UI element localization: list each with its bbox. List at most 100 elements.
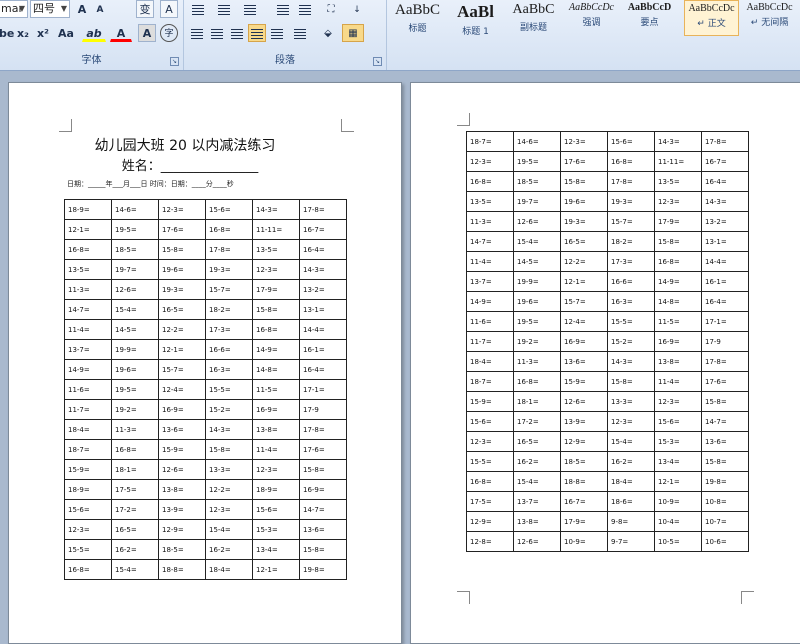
table-cell[interactable]: 18-5=: [513, 171, 561, 192]
table-cell[interactable]: 16-4=: [299, 359, 347, 380]
table-cell[interactable]: 13-2=: [701, 211, 749, 232]
table-cell[interactable]: 12-3=: [252, 459, 300, 480]
table-cell[interactable]: 19-5=: [111, 219, 159, 240]
table-cell[interactable]: 12-6=: [513, 531, 561, 552]
distributed-button[interactable]: [268, 24, 286, 42]
table-cell[interactable]: 17-8=: [607, 171, 655, 192]
style-title[interactable]: AaBbC 标题: [390, 0, 445, 36]
table-cell[interactable]: 18-9=: [64, 479, 112, 500]
table-cell[interactable]: 16-9=: [158, 399, 206, 420]
table-cell[interactable]: 19-3=: [560, 211, 608, 232]
table-cell[interactable]: 15-5=: [607, 311, 655, 332]
table-cell[interactable]: 13-8=: [158, 479, 206, 500]
table-cell[interactable]: 19-2=: [111, 399, 159, 420]
table-cell[interactable]: 16-2=: [607, 451, 655, 472]
table-cell[interactable]: 14-3=: [299, 259, 347, 280]
superscript-button[interactable]: x²: [34, 24, 52, 42]
table-cell[interactable]: 16-6=: [607, 271, 655, 292]
table-cell[interactable]: 15-3=: [252, 519, 300, 540]
table-cell[interactable]: 19-3=: [205, 259, 253, 280]
table-cell[interactable]: 9-7=: [607, 531, 655, 552]
table-cell[interactable]: 19-5=: [111, 379, 159, 400]
table-cell[interactable]: 17-6=: [299, 439, 347, 460]
table-cell[interactable]: 17-1=: [299, 379, 347, 400]
table-cell[interactable]: 17-3=: [607, 251, 655, 272]
table-cell[interactable]: 18-1=: [111, 459, 159, 480]
table-cell[interactable]: 13-3=: [205, 459, 253, 480]
table-cell[interactable]: 18-7=: [466, 371, 514, 392]
table-cell[interactable]: 11-11=: [252, 219, 300, 240]
justify-button[interactable]: [248, 24, 266, 42]
table-cell[interactable]: 10-9=: [654, 491, 702, 512]
increase-indent-button[interactable]: [296, 0, 314, 18]
table-cell[interactable]: 12-3=: [560, 131, 608, 152]
clear-format-button[interactable]: A: [160, 0, 178, 18]
table-cell[interactable]: 16-9=: [252, 399, 300, 420]
table-cell[interactable]: 15-8=: [607, 371, 655, 392]
table-cell[interactable]: 12-6=: [513, 211, 561, 232]
dialog-launcher-icon[interactable]: ↘: [373, 57, 382, 66]
table-cell[interactable]: 13-6=: [299, 519, 347, 540]
table-cell[interactable]: 12-3=: [252, 259, 300, 280]
table-cell[interactable]: 10-9=: [560, 531, 608, 552]
table-cell[interactable]: 16-2=: [513, 451, 561, 472]
table-cell[interactable]: 16-9=: [299, 479, 347, 500]
table-cell[interactable]: 12-6=: [560, 391, 608, 412]
align-center-button[interactable]: [208, 24, 226, 42]
table-cell[interactable]: 16-4=: [701, 291, 749, 312]
table-cell[interactable]: 14-5=: [111, 319, 159, 340]
table-cell[interactable]: 12-1=: [560, 271, 608, 292]
table-cell[interactable]: 15-8=: [560, 171, 608, 192]
table-cell[interactable]: 13-6=: [560, 351, 608, 372]
table-cell[interactable]: 19-6=: [158, 259, 206, 280]
table-cell[interactable]: 15-3=: [654, 431, 702, 452]
table-cell[interactable]: 15-9=: [560, 371, 608, 392]
table-cell[interactable]: 16-7=: [701, 151, 749, 172]
table-cell[interactable]: 11-4=: [64, 319, 112, 340]
table-cell[interactable]: 10-6=: [701, 531, 749, 552]
table-cell[interactable]: 17-2=: [111, 499, 159, 520]
table-cell[interactable]: 10-7=: [701, 511, 749, 532]
table-cell[interactable]: 12-3=: [654, 391, 702, 412]
table-cell[interactable]: 14-3=: [607, 351, 655, 372]
table-cell[interactable]: 17-6=: [560, 151, 608, 172]
table-cell[interactable]: 13-3=: [607, 391, 655, 412]
table-cell[interactable]: 15-8=: [299, 459, 347, 480]
font-size-combo[interactable]: 四号 ▼: [30, 0, 70, 18]
table-cell[interactable]: 11-3=: [513, 351, 561, 372]
table-cell[interactable]: 13-5=: [466, 191, 514, 212]
line-spacing-button[interactable]: [288, 24, 312, 42]
table-cell[interactable]: 15-6=: [252, 499, 300, 520]
char-shading-button[interactable]: A: [138, 24, 156, 42]
table-cell[interactable]: 17-8=: [701, 351, 749, 372]
table-cell[interactable]: 13-1=: [299, 299, 347, 320]
table-cell[interactable]: 16-3=: [205, 359, 253, 380]
table-cell[interactable]: 18-8=: [560, 471, 608, 492]
table-cell[interactable]: 12-2=: [158, 319, 206, 340]
table-cell[interactable]: 11-3=: [64, 279, 112, 300]
table-cell[interactable]: 16-9=: [654, 331, 702, 352]
table-cell[interactable]: 17-9: [701, 331, 749, 352]
table-cell[interactable]: 18-5=: [111, 239, 159, 260]
table-cell[interactable]: 18-2=: [607, 231, 655, 252]
table-cell[interactable]: 14-6=: [513, 131, 561, 152]
align-left-button[interactable]: [188, 24, 206, 42]
table-cell[interactable]: 19-6=: [513, 291, 561, 312]
table-cell[interactable]: 19-3=: [607, 191, 655, 212]
table-cell[interactable]: 15-7=: [607, 211, 655, 232]
table-cell[interactable]: 12-1=: [158, 339, 206, 360]
table-cell[interactable]: 19-9=: [513, 271, 561, 292]
table-cell[interactable]: 10-8=: [701, 491, 749, 512]
table-cell[interactable]: 10-5=: [654, 531, 702, 552]
table-cell[interactable]: 17-5=: [466, 491, 514, 512]
table-cell[interactable]: 18-4=: [466, 351, 514, 372]
table-cell[interactable]: 11-4=: [252, 439, 300, 460]
table-cell[interactable]: 16-8=: [64, 559, 112, 580]
table-cell[interactable]: 14-4=: [701, 251, 749, 272]
align-right-button[interactable]: [228, 24, 246, 42]
table-cell[interactable]: 15-4=: [111, 559, 159, 580]
table-cell[interactable]: 13-7=: [64, 339, 112, 360]
table-cell[interactable]: 15-8=: [701, 391, 749, 412]
bullets-button[interactable]: [188, 0, 208, 18]
table-cell[interactable]: 15-9=: [466, 391, 514, 412]
